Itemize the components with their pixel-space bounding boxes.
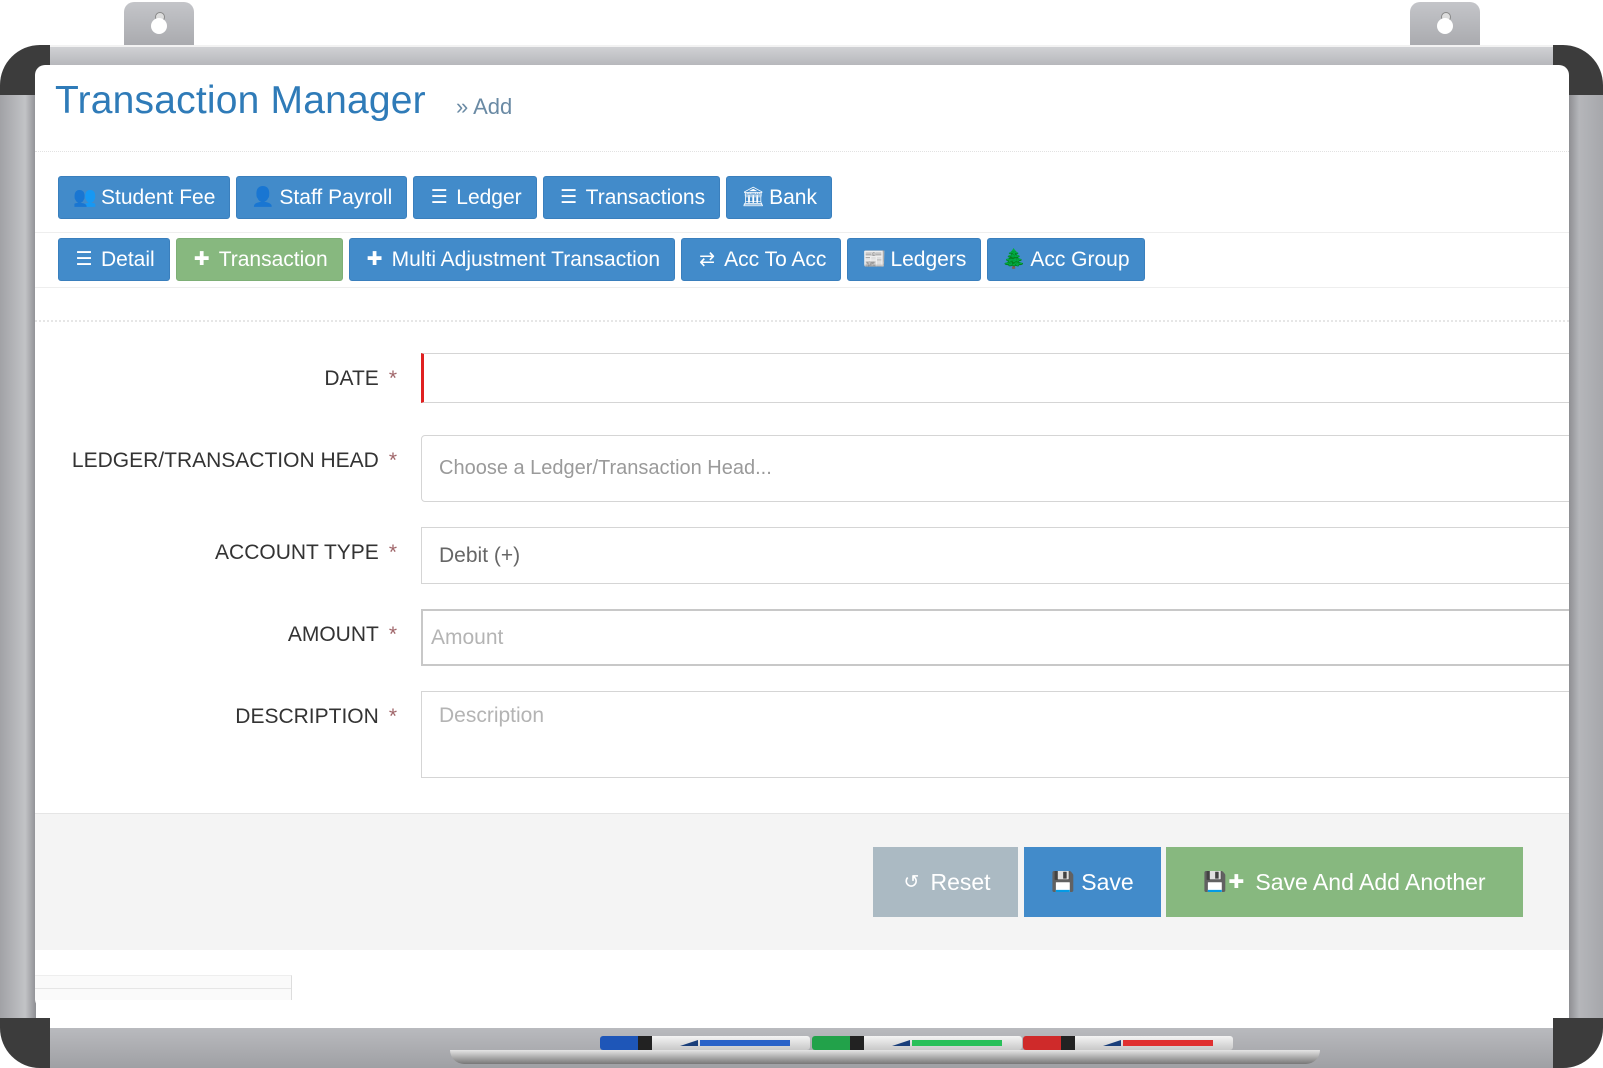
button-label: Transaction	[218, 247, 328, 271]
newspaper-icon: 📰	[862, 249, 887, 270]
list-icon: ☰	[75, 249, 93, 270]
floppy-disk-icon: 💾	[1203, 871, 1228, 893]
acc-group-button[interactable]: 🌲 Acc Group	[987, 238, 1145, 281]
button-label: Bank	[769, 185, 817, 209]
exchange-icon: ⇄	[699, 249, 716, 270]
breadcrumb-subtitle: » Add	[456, 94, 513, 119]
transactions-button[interactable]: ☰ Transactions	[542, 176, 721, 219]
plus-icon: ✚	[366, 249, 383, 270]
detail-button[interactable]: ☰ Detail	[58, 238, 170, 281]
button-label: Save	[1081, 868, 1134, 895]
tree-icon: 🌲	[1002, 249, 1026, 270]
button-label: Staff Payroll	[279, 185, 393, 209]
amount-input[interactable]: Amount	[421, 609, 1569, 666]
save-button[interactable]: 💾 Save	[1024, 847, 1161, 917]
page-title: Transaction Manager	[55, 79, 426, 122]
date-input[interactable]	[421, 353, 1569, 403]
nav-row-primary: 👥 Student Fee 👤 Staff Payroll ☰ Ledger ☰…	[58, 176, 832, 219]
amount-placeholder: Amount	[431, 625, 504, 649]
account-type-select[interactable]: Debit (+)	[421, 527, 1569, 584]
button-label: Ledgers	[890, 247, 967, 271]
button-label: Student Fee	[101, 185, 216, 209]
section-divider	[35, 320, 1569, 322]
button-label: Transactions	[585, 185, 706, 209]
divider	[35, 287, 1569, 288]
footer-stub	[35, 975, 292, 1000]
account-type-value: Debit (+)	[439, 543, 521, 567]
ledger-button[interactable]: ☰ Ledger	[413, 176, 537, 219]
user-secret-icon: 👤	[251, 187, 276, 208]
marker-tray	[450, 1050, 1320, 1064]
ledger-head-placeholder: Choose a Ledger/Transaction Head...	[439, 457, 772, 479]
button-label: Save And Add Another	[1255, 868, 1486, 895]
description-textarea[interactable]: Description	[421, 691, 1569, 778]
form-actions: ↺ Reset 💾 Save 💾 ✚ Save And Add Another	[35, 813, 1569, 950]
bank-icon: 🏛	[741, 187, 766, 208]
button-label: Detail	[101, 247, 155, 271]
reset-button[interactable]: ↺ Reset	[873, 847, 1018, 917]
undo-icon: ↺	[903, 871, 920, 893]
button-label: Reset	[930, 868, 991, 895]
page-header: Transaction Manager » Add	[35, 65, 1569, 152]
list-icon: ☰	[430, 187, 448, 208]
transaction-button[interactable]: ✚ Transaction	[175, 238, 343, 281]
list-icon: ☰	[560, 187, 578, 208]
description-placeholder: Description	[439, 704, 545, 727]
button-label: Ledger	[456, 185, 522, 209]
board-hanger-left	[124, 2, 194, 48]
amount-label: AMOUNT *	[287, 623, 397, 646]
staff-payroll-button[interactable]: 👤 Staff Payroll	[236, 176, 408, 219]
blue-marker-icon	[600, 1036, 810, 1050]
multi-adjustment-transaction-button[interactable]: ✚ Multi Adjustment Transaction	[348, 238, 676, 281]
floppy-disk-icon: 💾	[1051, 871, 1075, 893]
button-label: Acc Group	[1030, 247, 1130, 271]
account-type-label: ACCOUNT TYPE *	[215, 541, 397, 564]
plus-icon: ✚	[1228, 871, 1245, 893]
button-label: Multi Adjustment Transaction	[391, 247, 661, 271]
acc-to-acc-button[interactable]: ⇄ Acc To Acc	[681, 238, 842, 281]
ledgers-button[interactable]: 📰 Ledgers	[847, 238, 982, 281]
red-marker-icon	[1023, 1036, 1233, 1050]
description-label: DESCRIPTION *	[235, 705, 397, 728]
app-screen: Transaction Manager » Add 👥 Student Fee …	[35, 65, 1569, 1009]
ledger-head-label: LEDGER/TRANSACTION HEAD *	[71, 449, 397, 472]
ledger-head-select[interactable]: Choose a Ledger/Transaction Head...	[421, 435, 1569, 502]
button-label: Acc To Acc	[724, 247, 827, 271]
save-and-add-another-button[interactable]: 💾 ✚ Save And Add Another	[1166, 847, 1523, 917]
student-fee-button[interactable]: 👥 Student Fee	[58, 176, 231, 219]
bank-button[interactable]: 🏛 Bank	[726, 176, 832, 219]
users-icon: 👥	[73, 187, 97, 208]
date-label: DATE *	[324, 367, 397, 390]
green-marker-icon	[812, 1036, 1022, 1050]
nav-row-secondary: ☰ Detail ✚ Transaction ✚ Multi Adjustmen…	[58, 238, 1145, 281]
board-hanger-right	[1410, 2, 1480, 48]
divider	[35, 232, 1569, 233]
plus-icon: ✚	[193, 249, 210, 270]
